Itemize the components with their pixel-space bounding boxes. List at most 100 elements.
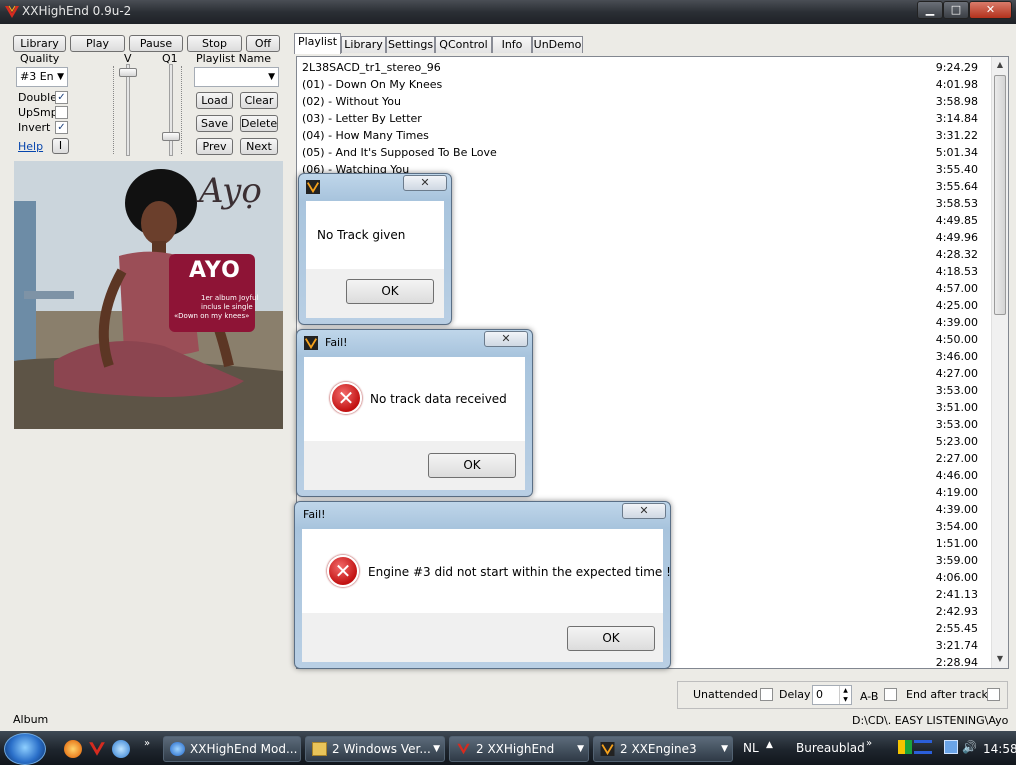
- close-button[interactable]: ✕: [969, 1, 1012, 19]
- v-slider-track[interactable]: [126, 64, 130, 156]
- current-path: D:\CD\. EASY LISTENING\Ayo: [852, 714, 1009, 727]
- table-row[interactable]: (03) - Letter By Letter 3:14.84: [302, 110, 978, 127]
- playlist-scrollbar[interactable]: ▲ ▼: [991, 57, 1008, 668]
- firefox-icon[interactable]: [64, 740, 82, 758]
- taskbar-item-xxhighend[interactable]: 2 XXHighEnd ▼: [449, 736, 589, 762]
- track-duration: 4:39.00: [935, 503, 978, 516]
- track-duration: 2:27.00: [935, 452, 978, 465]
- desktop-toolbar[interactable]: Bureaublad: [796, 741, 865, 755]
- chevron-down-icon: ▼: [57, 72, 64, 82]
- display-tray-icon[interactable]: [914, 740, 932, 754]
- fail-engine-dialog: Fail! ✕ ✕ Engine #3 did not start within…: [294, 501, 671, 669]
- table-row[interactable]: 2L38SACD_tr1_stereo_96 9:24.29: [302, 59, 978, 76]
- play-button[interactable]: Play: [70, 35, 125, 52]
- quality-value: #3 En: [20, 70, 54, 83]
- refresh-app-icon[interactable]: [112, 740, 130, 758]
- table-row[interactable]: (01) - Down On My Knees 4:01.98: [302, 76, 978, 93]
- upsmp-checkbox[interactable]: [55, 106, 68, 119]
- off-button[interactable]: Off: [246, 35, 280, 52]
- ok-button[interactable]: OK: [346, 279, 434, 304]
- language-chevron-icon[interactable]: ▲: [766, 740, 773, 750]
- xxhighend-logo-icon: [457, 743, 470, 755]
- tab-undemo[interactable]: UnDemo: [532, 36, 583, 53]
- track-name: (04) - How Many Times: [302, 129, 429, 142]
- save-button[interactable]: Save: [196, 115, 233, 132]
- tab-info[interactable]: Info: [492, 36, 532, 53]
- info-button[interactable]: I: [52, 138, 69, 154]
- stop-button[interactable]: Stop: [187, 35, 242, 52]
- help-link[interactable]: Help: [18, 140, 43, 153]
- track-duration: 2:42.93: [935, 605, 978, 618]
- ok-button[interactable]: OK: [428, 453, 516, 478]
- track-duration: 2:28.94: [935, 656, 978, 669]
- internet-explorer-icon: [170, 742, 185, 756]
- xxhighend-quicklaunch-icon[interactable]: [88, 740, 106, 758]
- error-icon: ✕: [327, 555, 359, 587]
- dialog-close-button[interactable]: ✕: [622, 503, 666, 519]
- chevron-down-icon: ▼: [268, 72, 275, 82]
- quicklaunch-more-icon[interactable]: »: [144, 738, 150, 749]
- track-duration: 3:53.00: [935, 384, 978, 397]
- pause-button[interactable]: Pause: [129, 35, 183, 52]
- track-duration: 4:18.53: [935, 265, 978, 278]
- tab-playlist[interactable]: Playlist: [294, 33, 341, 54]
- next-button[interactable]: Next: [240, 138, 278, 155]
- track-duration: 4:39.00: [935, 316, 978, 329]
- tab-qcontrol[interactable]: QControl: [435, 36, 492, 53]
- track-duration: 3:14.84: [935, 112, 978, 125]
- invert-checkbox[interactable]: ✓: [55, 121, 68, 134]
- track-duration: 3:46.00: [935, 350, 978, 363]
- window-title: XXHighEnd 0.9u-2: [22, 4, 132, 18]
- taskbar-item-label: 2 XXEngine3: [620, 742, 697, 756]
- track-duration: 3:53.00: [935, 418, 978, 431]
- taskbar-item-xxengine3[interactable]: 2 XXEngine3 ▼: [593, 736, 733, 762]
- ab-checkbox[interactable]: [884, 688, 897, 701]
- delay-label: Delay: [779, 688, 811, 701]
- album-signature: Ayọ: [199, 171, 262, 211]
- v-slider-thumb[interactable]: [119, 68, 137, 77]
- scrollbar-thumb[interactable]: [994, 75, 1006, 315]
- language-indicator[interactable]: NL: [743, 741, 759, 755]
- unattended-checkbox[interactable]: [760, 688, 773, 701]
- table-row[interactable]: (02) - Without You 3:58.98: [302, 93, 978, 110]
- delete-button[interactable]: Delete: [240, 115, 278, 132]
- clear-button[interactable]: Clear: [240, 92, 278, 109]
- toolbar-more-icon[interactable]: »: [866, 738, 872, 749]
- windows-start-icon[interactable]: [4, 733, 46, 765]
- delay-stepper[interactable]: 0 ▲ ▼: [812, 685, 852, 705]
- dialog-message: No track data received: [370, 392, 507, 406]
- quality-select[interactable]: #3 En ▼: [16, 67, 68, 87]
- track-duration: 3:55.64: [935, 180, 978, 193]
- volume-icon[interactable]: 🔊: [962, 740, 977, 754]
- maximize-button[interactable]: □: [943, 1, 969, 19]
- minimize-button[interactable]: ▁: [917, 1, 943, 19]
- taskbar-item-explorer[interactable]: 2 Windows Ver... ▼: [305, 736, 445, 762]
- tab-settings[interactable]: Settings: [386, 36, 435, 53]
- album-badge-line2: inclus le single: [201, 303, 253, 311]
- scroll-up-icon[interactable]: ▲: [992, 57, 1008, 73]
- q1-slider-thumb[interactable]: [162, 132, 180, 141]
- dialog-close-button[interactable]: ✕: [403, 175, 447, 191]
- end-after-track-checkbox[interactable]: [987, 688, 1000, 701]
- spin-arrows-icon[interactable]: ▲ ▼: [839, 686, 851, 704]
- flag-tray-icon[interactable]: [898, 740, 912, 754]
- taskbar-item-ie[interactable]: XXHighEnd Mod...: [163, 736, 301, 762]
- clock[interactable]: 14:58: [983, 742, 1016, 756]
- network-tray-icon[interactable]: [944, 740, 958, 754]
- ok-button[interactable]: OK: [567, 626, 655, 651]
- dialog-close-button[interactable]: ✕: [484, 331, 528, 347]
- dialog-message: No Track given: [317, 228, 406, 242]
- double-checkbox[interactable]: ✓: [55, 91, 68, 104]
- xxhighend-logo-icon: [5, 5, 19, 18]
- playlist-name-select[interactable]: ▼: [194, 67, 279, 87]
- table-row[interactable]: (04) - How Many Times 3:31.22: [302, 127, 978, 144]
- q1-slider-track[interactable]: [169, 64, 173, 156]
- tab-library[interactable]: Library: [341, 36, 386, 53]
- track-duration: 3:21.74: [935, 639, 978, 652]
- track-duration: 4:49.96: [935, 231, 978, 244]
- load-button[interactable]: Load: [196, 92, 233, 109]
- scroll-down-icon[interactable]: ▼: [992, 651, 1008, 667]
- library-button[interactable]: Library: [13, 35, 66, 52]
- table-row[interactable]: (05) - And It's Supposed To Be Love 5:01.…: [302, 144, 978, 161]
- prev-button[interactable]: Prev: [196, 138, 233, 155]
